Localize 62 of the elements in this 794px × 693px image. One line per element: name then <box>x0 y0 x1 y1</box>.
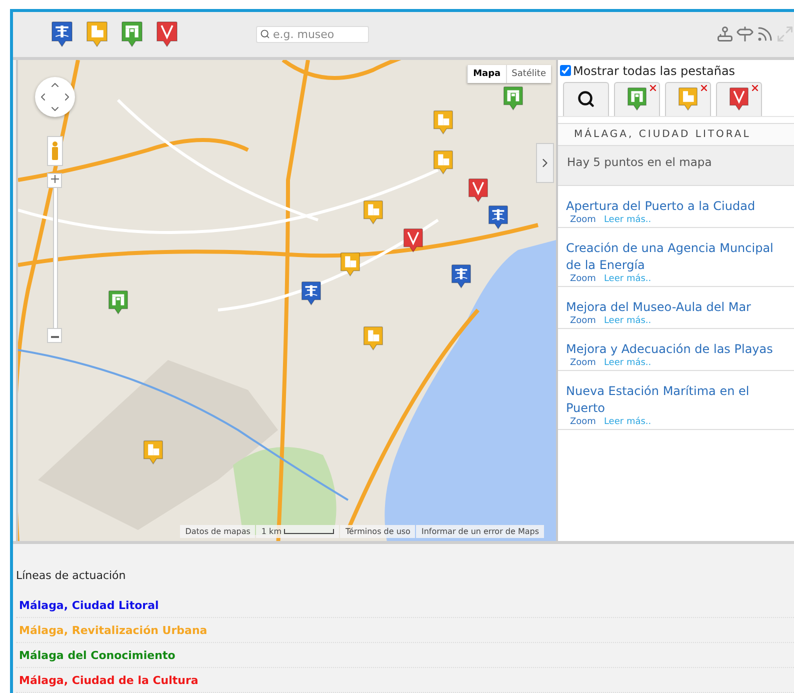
project-title-link[interactable]: Apertura del Puerto a la Ciudad <box>566 198 786 214</box>
report-error-link[interactable]: Informar de un error de Maps <box>416 525 544 538</box>
map-marker-icon[interactable] <box>403 228 423 252</box>
map-marker-icon[interactable] <box>340 252 360 276</box>
map-type-tab[interactable]: Mapa <box>467 64 506 82</box>
category-heading: MÁLAGA, CIUDAD LITORAL <box>558 122 794 146</box>
category-filter-button[interactable] <box>51 21 73 48</box>
project-title-link[interactable]: Creación de una Agencia Muncipal de la Energía <box>566 240 786 274</box>
zoom-link[interactable]: Zoom <box>570 214 596 224</box>
category-marker-icon <box>678 87 698 111</box>
search-field[interactable]: e.g. museo <box>256 26 369 43</box>
section-title: Líneas de actuación <box>16 569 127 582</box>
category-tab[interactable] <box>563 82 609 116</box>
map-data-credit: Datos de mapas <box>180 525 256 538</box>
project-title-link[interactable]: Mejora y Adecuación de las Playas <box>566 340 786 358</box>
plus-icon <box>50 175 58 183</box>
project-title-link[interactable]: Nueva Estación Marítima en el Puerto <box>566 382 786 416</box>
category-filter-button[interactable] <box>121 21 143 48</box>
category-marker-icon <box>729 87 749 111</box>
map-marker-icon[interactable] <box>451 264 471 288</box>
zoom-link[interactable]: Zoom <box>570 358 596 368</box>
zoom-link[interactable]: Zoom <box>570 274 596 284</box>
read-more-link[interactable]: Leer más.. <box>604 274 652 284</box>
map-marker-icon[interactable] <box>433 110 453 134</box>
map-marker-icon[interactable] <box>143 440 163 464</box>
zoom-in-button[interactable] <box>47 172 62 188</box>
map-marker-icon[interactable] <box>468 178 488 202</box>
show-all-checkbox[interactable] <box>560 65 571 76</box>
category-filter-button[interactable] <box>156 21 178 48</box>
search-icon <box>577 90 595 108</box>
map-scale: 1 km <box>256 525 340 538</box>
map-marker-icon[interactable] <box>363 326 383 350</box>
map-marker-icon[interactable] <box>503 86 523 110</box>
signpost-icon[interactable] <box>736 25 754 44</box>
terms-link[interactable]: Términos de uso <box>340 525 416 538</box>
joystick-icon[interactable] <box>716 25 734 44</box>
category-link[interactable]: Málaga, Ciudad Litoral <box>19 598 159 612</box>
map-marker-icon[interactable] <box>108 290 128 314</box>
zoom-out-button[interactable] <box>47 328 62 342</box>
map-marker-icon[interactable] <box>488 204 508 229</box>
close-icon[interactable] <box>701 84 707 90</box>
map-marker-icon[interactable] <box>433 150 453 174</box>
map-marker-icon[interactable] <box>301 280 321 305</box>
category-link[interactable]: Málaga, Ciudad de la Cultura <box>19 674 198 686</box>
checkbox-label: Mostrar todas las pestañas <box>573 64 736 78</box>
category-link[interactable]: Málaga del Conocimiento <box>19 648 176 662</box>
read-more-link[interactable]: Leer más.. <box>604 214 652 224</box>
zoom-slider-track[interactable] <box>53 186 58 330</box>
rss-icon[interactable] <box>756 25 774 44</box>
zoom-link[interactable]: Zoom <box>570 316 596 326</box>
close-icon[interactable] <box>650 84 656 90</box>
read-more-link[interactable]: Leer más.. <box>604 416 652 426</box>
read-more-link[interactable]: Leer más.. <box>604 316 652 326</box>
map-marker-icon[interactable] <box>363 200 383 224</box>
points-count: Hay 5 puntos en el mapa <box>558 146 794 186</box>
close-icon[interactable] <box>752 84 758 90</box>
project-title-link[interactable]: Mejora del Museo-Aula del Mar <box>566 298 786 316</box>
category-marker-icon <box>627 87 647 111</box>
read-more-link[interactable]: Leer más.. <box>604 358 652 368</box>
map-type-tab[interactable]: Satélite <box>506 64 551 82</box>
zoom-link[interactable]: Zoom <box>570 416 596 426</box>
minus-icon <box>50 336 58 338</box>
